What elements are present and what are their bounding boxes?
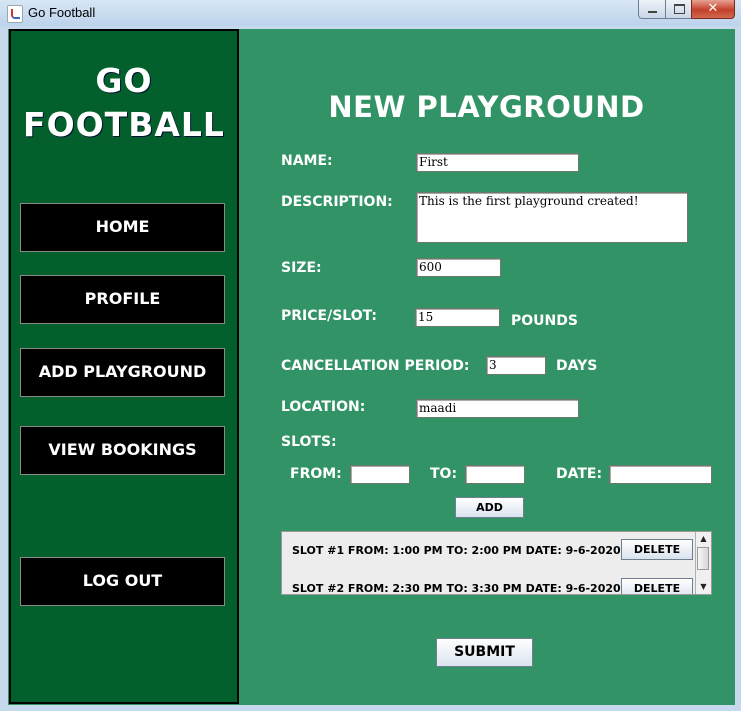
view-bookings-button[interactable]: VIEW BOOKINGS xyxy=(20,426,225,475)
brand-title-line1: GO xyxy=(95,61,153,100)
price-label: PRICE/SLOT: xyxy=(281,308,377,324)
scroll-up-icon[interactable]: ▲ xyxy=(696,532,711,546)
cancellation-input[interactable]: 3 xyxy=(486,356,546,375)
scroll-thumb[interactable] xyxy=(697,547,709,570)
size-label: SIZE: xyxy=(281,260,322,276)
logout-button[interactable]: LOG OUT xyxy=(20,557,225,606)
close-icon: ✕ xyxy=(707,1,719,16)
brand-title-line2: FOOTBALL xyxy=(23,105,225,144)
location-label: LOCATION: xyxy=(281,399,366,415)
size-input[interactable]: 600 xyxy=(416,258,501,277)
title-bar: Go Football ✕ xyxy=(0,0,741,27)
sidebar: GO FOOTBALL HOME PROFILE ADD PLAYGROUND … xyxy=(9,29,239,704)
java-app-icon xyxy=(7,5,23,23)
submit-button[interactable]: SUBMIT xyxy=(436,638,533,667)
price-input[interactable]: 15 xyxy=(415,308,500,327)
minimize-button[interactable] xyxy=(638,0,666,19)
slot-row-1: SLOT #1 FROM: 1:00 PM TO: 2:00 PM DATE: … xyxy=(292,544,621,557)
home-button[interactable]: HOME xyxy=(20,203,225,252)
date-input[interactable] xyxy=(609,465,712,484)
add-slot-button[interactable]: ADD xyxy=(455,497,524,518)
scroll-down-icon[interactable]: ▼ xyxy=(696,580,711,594)
from-label: FROM: xyxy=(290,466,342,482)
page-title: NEW PLAYGROUND xyxy=(328,90,645,124)
window-title: Go Football xyxy=(28,5,96,20)
to-label: TO: xyxy=(430,466,458,482)
description-label: DESCRIPTION: xyxy=(281,194,393,210)
delete-slot-2-button[interactable]: DELETE xyxy=(621,578,693,594)
cancellation-label: CANCELLATION PERIOD: xyxy=(281,358,470,374)
slots-label: SLOTS: xyxy=(281,434,337,450)
name-input[interactable]: First xyxy=(416,153,579,172)
maximize-button[interactable] xyxy=(665,0,692,19)
add-playground-button[interactable]: ADD PLAYGROUND xyxy=(20,348,225,397)
location-input[interactable]: maadi xyxy=(416,399,579,418)
main-content: GO FOOTBALL HOME PROFILE ADD PLAYGROUND … xyxy=(8,29,735,705)
close-button[interactable]: ✕ xyxy=(691,0,735,19)
to-input[interactable] xyxy=(465,465,525,484)
delete-slot-1-button[interactable]: DELETE xyxy=(621,539,693,560)
date-label: DATE: xyxy=(556,466,603,482)
slots-list: SLOT #1 FROM: 1:00 PM TO: 2:00 PM DATE: … xyxy=(281,531,712,595)
profile-button[interactable]: PROFILE xyxy=(20,275,225,324)
description-textarea[interactable]: This is the first playground created! xyxy=(416,192,688,243)
slots-scrollbar[interactable]: ▲ ▼ xyxy=(695,532,711,594)
slot-row-2: SLOT #2 FROM: 2:30 PM TO: 3:30 PM DATE: … xyxy=(292,582,621,595)
name-label: NAME: xyxy=(281,153,333,169)
window-frame: GO FOOTBALL HOME PROFILE ADD PLAYGROUND … xyxy=(0,26,741,711)
cancellation-unit-label: DAYS xyxy=(556,358,598,374)
from-input[interactable] xyxy=(350,465,410,484)
price-unit-label: POUNDS xyxy=(511,313,578,329)
